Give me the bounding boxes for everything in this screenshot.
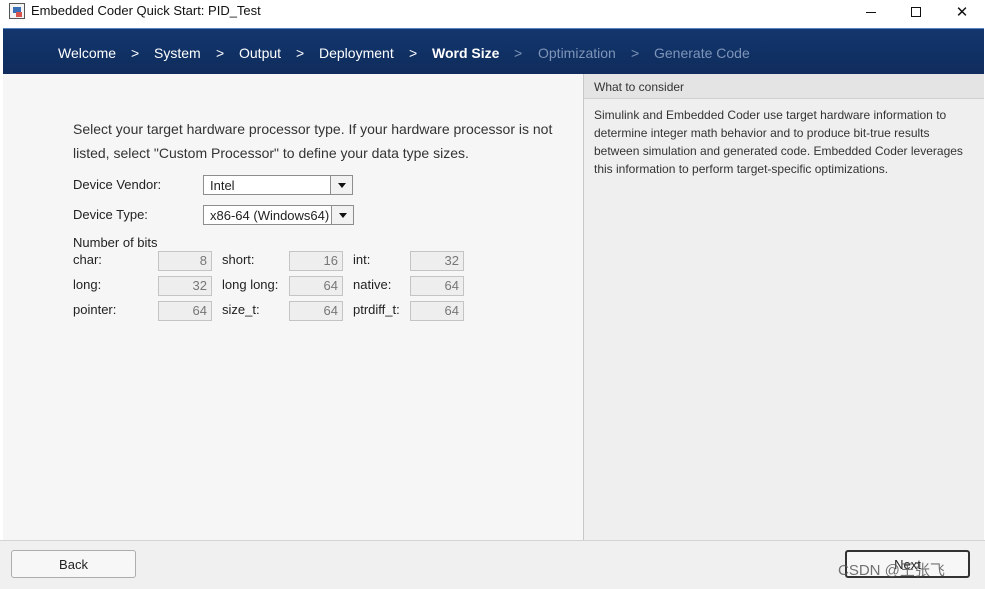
watermark-text: CSDN @王张飞	[838, 562, 945, 579]
minimize-icon	[866, 11, 876, 13]
step-generate-code: Generate Code	[654, 45, 750, 61]
instruction-text: Select your target hardware processor ty…	[73, 121, 553, 161]
long-bits-label: long:	[73, 277, 102, 292]
long-bits-field: 32	[158, 276, 212, 296]
step-separator: >	[409, 45, 418, 61]
device-vendor-value: Intel	[210, 178, 235, 193]
word-size-panel: Select your target hardware processor ty…	[3, 74, 583, 540]
char-bits-label: char:	[73, 252, 102, 267]
ptrdiff-t-bits-field: 64	[410, 301, 464, 321]
step-optimization: Optimization	[538, 45, 616, 61]
ptrdiff-t-bits-label: ptrdiff_t:	[353, 302, 400, 317]
long-long-bits-field: 64	[289, 276, 343, 296]
native-bits-field: 64	[410, 276, 464, 296]
step-welcome[interactable]: Welcome	[58, 45, 116, 61]
number-of-bits-heading: Number of bits	[73, 235, 158, 250]
device-type-dropdown[interactable]: x86-64 (Windows64)	[203, 205, 354, 225]
char-bits-field: 8	[158, 251, 212, 271]
size-t-bits-label: size_t:	[222, 302, 260, 317]
consider-text: Simulink and Embedded Coder use target h…	[594, 108, 963, 176]
device-vendor-dropdown[interactable]: Intel	[203, 175, 353, 195]
what-to-consider-panel: What to consider Simulink and Embedded C…	[584, 74, 984, 540]
step-system[interactable]: System	[154, 45, 201, 61]
close-icon: ✕	[955, 4, 969, 21]
window-title: Embedded Coder Quick Start: PID_Test	[31, 3, 261, 18]
dropdown-arrow-button[interactable]	[330, 176, 352, 194]
close-button[interactable]: ✕	[939, 0, 985, 24]
step-separator: >	[514, 45, 523, 61]
dropdown-arrow-button[interactable]	[331, 206, 353, 224]
device-type-label: Device Type:	[73, 207, 148, 222]
size-t-bits-field: 64	[289, 301, 343, 321]
wizard-footer: Back Next CSDN @王张飞	[0, 540, 985, 589]
pointer-bits-label: pointer:	[73, 302, 117, 317]
pointer-bits-field: 64	[158, 301, 212, 321]
step-separator: >	[131, 45, 140, 61]
maximize-button[interactable]	[893, 0, 939, 24]
step-separator: >	[631, 45, 640, 61]
consider-title: What to consider	[594, 80, 685, 94]
int-bits-field: 32	[410, 251, 464, 271]
wizard-step-bar: Welcome > System > Output > Deployment >…	[3, 28, 984, 74]
native-bits-label: native:	[353, 277, 392, 292]
step-separator: >	[216, 45, 225, 61]
back-button[interactable]: Back	[11, 550, 136, 578]
step-word-size[interactable]: Word Size	[432, 45, 499, 61]
chevron-down-icon	[338, 212, 347, 218]
step-output[interactable]: Output	[239, 45, 281, 61]
int-bits-label: int:	[353, 252, 371, 267]
window-titlebar: Embedded Coder Quick Start: PID_Test ✕	[0, 0, 985, 28]
step-separator: >	[296, 45, 305, 61]
consider-header: What to consider	[584, 74, 984, 99]
device-type-value: x86-64 (Windows64)	[210, 208, 330, 223]
short-bits-field: 16	[289, 251, 343, 271]
simulink-app-icon	[9, 3, 25, 19]
short-bits-label: short:	[222, 252, 255, 267]
device-vendor-label: Device Vendor:	[73, 177, 162, 192]
minimize-button[interactable]	[848, 0, 894, 24]
maximize-icon	[911, 7, 921, 17]
chevron-down-icon	[337, 182, 346, 188]
step-deployment[interactable]: Deployment	[319, 45, 394, 61]
long-long-bits-label: long long:	[222, 277, 279, 292]
